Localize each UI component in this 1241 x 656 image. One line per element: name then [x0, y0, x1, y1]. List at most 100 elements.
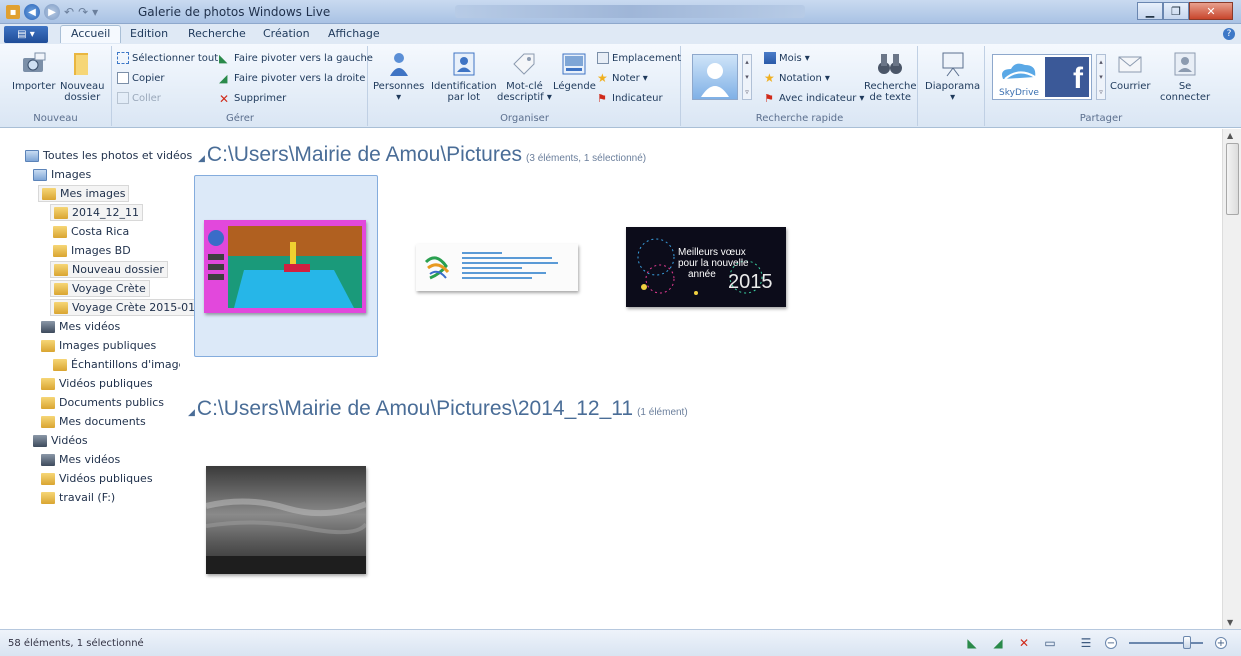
tree-item-nouveau-dossier[interactable]: Nouveau dossier: [50, 261, 168, 278]
text-search-button[interactable]: Recherche de texte: [864, 50, 917, 103]
binoculars-icon: [878, 54, 903, 74]
tree-item-images-bd[interactable]: Images BD: [50, 242, 134, 259]
details-view-icon[interactable]: ☰: [1079, 636, 1093, 650]
rating-filter-button[interactable]: ★ Notation ▾: [764, 72, 830, 84]
import-button[interactable]: Importer: [12, 50, 55, 92]
people-button[interactable]: Personnes ▾: [373, 50, 424, 103]
back-icon[interactable]: ◀: [24, 4, 40, 20]
status-tools: ◣ ◢ ✕ ▭ ☰ − +: [965, 636, 1227, 650]
help-icon[interactable]: ?: [1223, 28, 1235, 40]
status-text: 58 éléments, 1 sélectionné: [8, 638, 144, 649]
rotate-left-button[interactable]: ◣ Faire pivoter vers la gauche: [219, 52, 373, 65]
collapse-caret-icon[interactable]: ◢: [198, 153, 205, 163]
tree-item-images[interactable]: Images: [30, 166, 94, 183]
tab-accueil[interactable]: Accueil: [60, 25, 122, 43]
all-photos-icon: [25, 149, 39, 162]
scroll-down-icon[interactable]: ▼: [1227, 618, 1233, 627]
folder-icon: [41, 339, 55, 352]
slideshow-icon[interactable]: ▭: [1043, 636, 1057, 650]
section-header-pictures[interactable]: ◢C:\Users\Mairie de Amou\Pictures (3 élém…: [198, 143, 646, 167]
mail-button[interactable]: Courrier: [1110, 50, 1151, 92]
slideshow-button[interactable]: Diaporama ▾: [925, 50, 980, 103]
people-gallery-scroll[interactable]: ▴ ▾ ▿: [742, 54, 752, 100]
thumbnail-business-card[interactable]: [416, 244, 578, 291]
caption-icon: [562, 53, 586, 75]
select-all-icon: [117, 52, 129, 64]
tree-item-images-publiques[interactable]: Images publiques: [38, 337, 159, 354]
status-bar: 58 éléments, 1 sélectionné ◣ ◢ ✕ ▭ ☰ − +: [0, 629, 1241, 656]
tree-item-documents-publics[interactable]: Documents publics: [38, 394, 167, 411]
tree-item-videos-publiques-2[interactable]: Vidéos publiques: [38, 470, 156, 487]
tree-item-voyage-crete[interactable]: Voyage Crète: [50, 280, 150, 297]
batch-tag-button[interactable]: Identification par lot: [431, 50, 497, 103]
thumbnail-game-scene[interactable]: [204, 220, 366, 313]
tree-item-videos-publiques[interactable]: Vidéos publiques: [38, 375, 156, 392]
forward-icon[interactable]: ▶: [44, 4, 60, 20]
descriptive-tag-button[interactable]: Mot-clé descriptif ▾: [497, 50, 552, 103]
app-menu-button[interactable]: ▤ ▾: [4, 26, 48, 43]
rate-button[interactable]: ★ Noter ▾: [597, 72, 648, 84]
maximize-button[interactable]: ❐: [1163, 2, 1189, 20]
copy-button[interactable]: Copier: [117, 72, 165, 84]
skydrive-tile[interactable]: SkyDrive: [995, 57, 1043, 98]
folder-icon: [54, 282, 68, 295]
tree-item-echantillons[interactable]: Échantillons d'image: [50, 356, 180, 373]
qat-dropdown-icon[interactable]: ▾: [92, 5, 98, 19]
people-gallery[interactable]: [692, 54, 738, 100]
delete-icon[interactable]: ✕: [1017, 636, 1031, 650]
close-button[interactable]: ✕: [1189, 2, 1233, 20]
minimize-button[interactable]: ▁: [1137, 2, 1163, 20]
tree-item-mes-documents[interactable]: Mes documents: [38, 413, 149, 430]
tree-item-mes-videos[interactable]: Mes vidéos: [38, 318, 123, 335]
share-gallery-scroll[interactable]: ▴ ▾ ▿: [1096, 54, 1106, 100]
group-diaporama: Diaporama ▾: [919, 46, 985, 126]
scroll-up-icon[interactable]: ▲: [1227, 131, 1233, 140]
tree-item-videos[interactable]: Vidéos: [30, 432, 91, 449]
zoom-in-button[interactable]: +: [1215, 637, 1227, 649]
tab-recherche[interactable]: Recherche: [188, 27, 246, 40]
tab-affichage[interactable]: Affichage: [328, 27, 380, 40]
rotate-right-button[interactable]: ◢ Faire pivoter vers la droite: [219, 72, 365, 85]
group-label-gerer: Gérer: [225, 113, 255, 124]
thumbnail-new-year-card[interactable]: Meilleurs vœux pour la nouvelle année 20…: [626, 227, 786, 307]
group-label-nouveau: Nouveau: [33, 113, 78, 124]
app-icon[interactable]: ▪: [6, 5, 20, 19]
rotate-right-icon[interactable]: ◢: [991, 636, 1005, 650]
select-all-button[interactable]: Sélectionner tout: [117, 52, 218, 64]
zoom-out-button[interactable]: −: [1105, 637, 1117, 649]
new-folder-button[interactable]: Nouveau dossier: [60, 50, 104, 103]
flagged-filter-button[interactable]: ⚑ Avec indicateur ▾: [764, 92, 864, 105]
caption-button[interactable]: Légende: [553, 50, 596, 92]
zoom-slider-knob[interactable]: [1183, 636, 1191, 649]
vertical-scrollbar[interactable]: ▲ ▼: [1222, 129, 1241, 629]
rotate-left-icon[interactable]: ◣: [965, 636, 979, 650]
redo-icon[interactable]: ↷: [78, 5, 88, 19]
person-icon: [389, 53, 408, 76]
facebook-tile[interactable]: f: [1045, 57, 1089, 97]
scroll-thumb[interactable]: [1226, 143, 1239, 215]
tree-item-costa-rica[interactable]: Costa Rica: [50, 223, 132, 240]
share-gallery[interactable]: SkyDrive f: [992, 54, 1092, 100]
calendar-icon: [764, 52, 776, 64]
folder-icon: [54, 263, 68, 276]
tab-creation[interactable]: Création: [263, 27, 310, 40]
location-button[interactable]: Emplacement: [597, 52, 681, 64]
paste-button[interactable]: Coller: [117, 92, 161, 104]
tree-item-mes-videos-2[interactable]: Mes vidéos: [38, 451, 123, 468]
tree-item-travail-drive[interactable]: travail (F:): [38, 489, 118, 506]
tree-item-all-photos[interactable]: Toutes les photos et vidéos: [22, 147, 195, 164]
undo-icon[interactable]: ↶: [64, 5, 74, 19]
sign-in-button[interactable]: Se connecter: [1160, 50, 1210, 103]
collapse-caret-icon[interactable]: ◢: [188, 407, 195, 417]
tree-item-voyage-crete-2015[interactable]: Voyage Crète 2015-01: [50, 299, 200, 316]
thumbnail-sky-grayscale[interactable]: [206, 466, 366, 574]
skydrive-icon: [1002, 63, 1036, 80]
zoom-slider[interactable]: [1129, 636, 1203, 649]
tab-edition[interactable]: Edition: [130, 27, 168, 40]
month-filter-button[interactable]: Mois ▾: [764, 52, 810, 64]
tree-item-2014-12-11[interactable]: 2014_12_11: [50, 204, 143, 221]
flag-button[interactable]: ⚑ Indicateur: [597, 92, 663, 105]
section-header-2014-12-11[interactable]: ◢C:\Users\Mairie de Amou\Pictures\2014_1…: [188, 397, 688, 421]
delete-button[interactable]: ✕ Supprimer: [219, 92, 286, 106]
tree-item-mes-images[interactable]: Mes images: [38, 185, 130, 202]
